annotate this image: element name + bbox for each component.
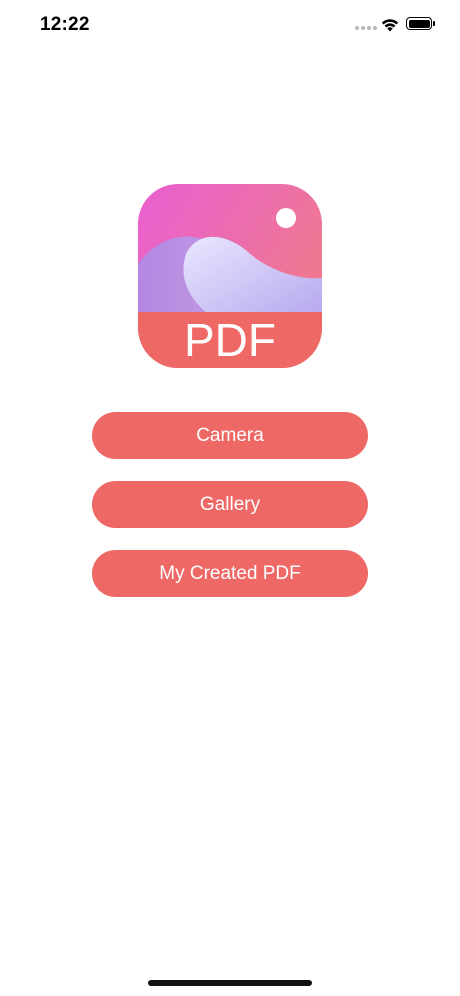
my-created-pdf-button[interactable]: My Created PDF [92,550,368,597]
signal-dots-icon [355,26,377,30]
app-logo: PDF [138,184,322,368]
pdf-logo-icon: PDF [138,184,322,368]
battery-cap [433,21,435,26]
logo-text: PDF [184,314,276,366]
status-time: 12:22 [40,14,90,35]
status-bar: 12:22 [0,0,460,50]
gallery-button[interactable]: Gallery [92,481,368,528]
main-menu: Camera Gallery My Created PDF [92,412,368,619]
camera-button[interactable]: Camera [92,412,368,459]
home-indicator [148,980,312,986]
wifi-icon [381,19,399,32]
battery-icon [406,17,432,30]
